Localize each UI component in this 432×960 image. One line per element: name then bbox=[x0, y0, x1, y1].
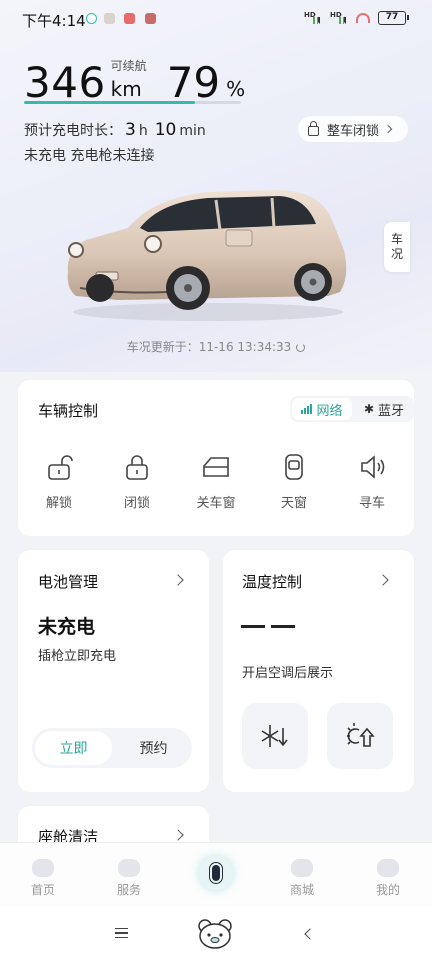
battery-management-card[interactable]: 电池管理 未充电 插枪立即充电 立即 预约 bbox=[18, 550, 209, 792]
connection-toggle[interactable]: 网络 ✱ 蓝牙 bbox=[290, 396, 414, 422]
car-key-icon bbox=[209, 862, 223, 884]
battery-level-fill bbox=[24, 101, 196, 104]
unlock-icon bbox=[48, 455, 73, 480]
charging-status: 未充电 bbox=[38, 616, 96, 638]
tab-service[interactable]: 服务 bbox=[99, 855, 159, 898]
charge-hours: 3 bbox=[125, 120, 136, 140]
bluetooth-icon: ✱ bbox=[363, 402, 375, 416]
car-image bbox=[67, 190, 347, 321]
app-notification-icon bbox=[145, 13, 156, 24]
find-car-button[interactable]: 寻车 bbox=[342, 452, 402, 511]
home-icon bbox=[32, 859, 54, 877]
battery-percent: 79 bbox=[166, 58, 221, 107]
menu-icon[interactable] bbox=[115, 928, 128, 938]
heating-icon bbox=[347, 723, 375, 747]
lock-button[interactable]: 闭锁 bbox=[107, 452, 167, 511]
chevron-right-icon bbox=[377, 574, 389, 586]
cooling-icon bbox=[261, 725, 288, 747]
wifi-icon bbox=[356, 13, 370, 23]
signal-icon: HD bbox=[304, 11, 322, 25]
charge-minutes: 10 bbox=[154, 120, 177, 140]
horn-icon bbox=[361, 455, 385, 479]
home-bear-icon[interactable] bbox=[196, 918, 234, 950]
tab-vehicle[interactable] bbox=[199, 856, 233, 890]
battery-management-title: 电池管理 bbox=[38, 573, 99, 591]
unlock-button[interactable]: 解锁 bbox=[29, 452, 89, 511]
network-option[interactable]: 网络 bbox=[292, 398, 352, 420]
range-label: 可续航 bbox=[110, 59, 147, 73]
charge-time-label: 预计充电时长： bbox=[24, 123, 122, 139]
temperature-hint: 开启空调后展示 bbox=[242, 666, 334, 681]
chevron-right-icon bbox=[172, 829, 184, 841]
tab-mall[interactable]: 商城 bbox=[272, 855, 332, 898]
status-time: 下午4:14 bbox=[22, 12, 86, 30]
charge-schedule-option[interactable]: 预约 bbox=[115, 728, 192, 768]
close-window-button[interactable]: 关车窗 bbox=[186, 452, 246, 511]
tab-home[interactable]: 首页 bbox=[13, 855, 73, 898]
status-indicators: HD HD 77 bbox=[304, 11, 409, 25]
range-unit: km bbox=[110, 77, 142, 101]
range-readout: 346 可续航 km 79 % bbox=[24, 55, 245, 105]
heating-button[interactable] bbox=[327, 703, 393, 769]
charge-mode-toggle[interactable]: 立即 预约 bbox=[32, 728, 192, 768]
vehicle-control-title: 车辆控制 bbox=[38, 402, 99, 420]
profile-icon bbox=[377, 859, 399, 877]
range-value: 346 bbox=[24, 58, 106, 107]
sunroof-button[interactable]: 天窗 bbox=[264, 452, 324, 511]
window-icon bbox=[203, 457, 229, 477]
sunroof-icon bbox=[285, 454, 303, 480]
status-bar: 下午4:14 HD HD 77 bbox=[0, 0, 432, 36]
app-notification-icon bbox=[104, 13, 115, 24]
back-icon[interactable] bbox=[304, 928, 316, 940]
temperature-control-card[interactable]: 温度控制 开启空调后展示 bbox=[223, 550, 414, 792]
lock-all-button[interactable]: 整车闭锁 bbox=[298, 116, 408, 142]
network-signal-icon bbox=[301, 404, 313, 414]
charge-now-option[interactable]: 立即 bbox=[35, 731, 112, 765]
signal-icon: HD bbox=[330, 11, 348, 25]
cooling-button[interactable] bbox=[242, 703, 308, 769]
battery-percent-unit: % bbox=[226, 77, 246, 101]
update-time: 车况更新于：11-16 13:34:33 bbox=[0, 338, 432, 355]
charge-hours-unit: h bbox=[138, 123, 148, 139]
vehicle-status-tab[interactable]: 车 况 bbox=[384, 222, 410, 272]
app-notification-icon bbox=[124, 13, 135, 24]
charge-status: 未充电 充电枪未连接 bbox=[24, 148, 155, 164]
vehicle-control-card: 车辆控制 网络 ✱ 蓝牙 解锁 闭锁 关车窗 天窗 寻车 bbox=[18, 380, 414, 536]
charge-time: 预计充电时长： 3 h 10 min bbox=[24, 120, 210, 140]
bluetooth-option[interactable]: ✱ 蓝牙 bbox=[354, 396, 414, 422]
service-icon bbox=[118, 859, 140, 877]
update-time-text: 车况更新于：11-16 13:34:33 bbox=[126, 340, 292, 354]
refresh-icon[interactable] bbox=[296, 343, 306, 352]
app-notification-icon bbox=[86, 13, 97, 24]
lock-icon bbox=[308, 120, 319, 136]
tab-profile[interactable]: 我的 bbox=[358, 855, 418, 898]
temperature-control-title: 温度控制 bbox=[242, 573, 303, 591]
chevron-right-icon bbox=[383, 124, 393, 134]
temperature-value-placeholder bbox=[241, 625, 295, 628]
system-nav-bar bbox=[0, 906, 432, 960]
battery-icon: 77 bbox=[378, 11, 409, 25]
charge-minutes-unit: min bbox=[179, 123, 206, 139]
battery-level-bar bbox=[24, 101, 241, 104]
chevron-right-icon bbox=[172, 574, 184, 586]
lock-all-label: 整车闭锁 bbox=[327, 123, 380, 139]
mall-icon bbox=[291, 859, 313, 877]
charging-hint: 插枪立即充电 bbox=[38, 649, 117, 664]
lock-icon bbox=[126, 455, 148, 480]
